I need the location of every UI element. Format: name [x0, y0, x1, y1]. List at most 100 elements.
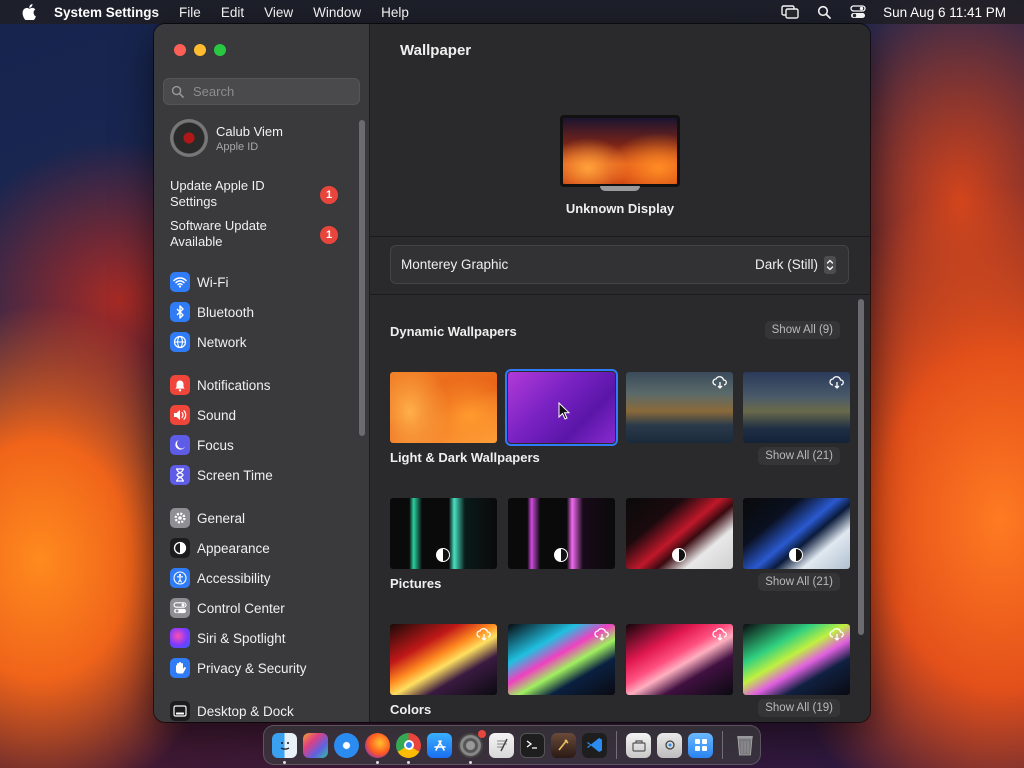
section-title-pictures: Pictures: [390, 576, 442, 591]
sidebar-item-screen-time[interactable]: Screen Time: [170, 464, 360, 486]
control-center-icon: [170, 598, 190, 618]
wallpaper-thumbnail[interactable]: [390, 372, 497, 443]
dock-image-capture-icon[interactable]: [657, 732, 682, 758]
update-apple-id-alert[interactable]: Update Apple ID Settings 1: [170, 178, 350, 210]
show-all-light-dark-button[interactable]: Show All (21): [758, 447, 840, 465]
wallpaper-thumbnail[interactable]: [626, 498, 733, 569]
software-update-alert[interactable]: Software Update Available 1: [170, 218, 350, 250]
menu-edit[interactable]: Edit: [221, 5, 244, 20]
cloud-download-icon: [712, 376, 727, 389]
sidebar-item-sound[interactable]: Sound: [170, 404, 360, 426]
sidebar-item-label: Sound: [197, 407, 237, 423]
menu-app-name[interactable]: System Settings: [54, 5, 159, 20]
wallpaper-name: Monterey Graphic: [401, 257, 509, 272]
wallpaper-thumbnail[interactable]: [743, 372, 850, 443]
sidebar-item-label: Focus: [197, 437, 234, 453]
sidebar-item-general[interactable]: General: [170, 507, 360, 529]
dock-firefox-icon[interactable]: [365, 732, 390, 764]
avatar: [170, 119, 208, 157]
menu-window[interactable]: Window: [313, 5, 361, 20]
sidebar-item-network[interactable]: Network: [170, 331, 360, 353]
sidebar-item-wifi[interactable]: Wi-Fi: [170, 271, 360, 293]
cloud-download-icon: [712, 628, 727, 641]
dock-folder-icon[interactable]: [688, 732, 713, 758]
bell-icon: [170, 375, 190, 395]
dock-terminal-icon[interactable]: [520, 732, 545, 758]
account-name: Calub Viem: [216, 123, 283, 139]
wallpaper-thumbnail[interactable]: [626, 624, 733, 695]
control-center-icon[interactable]: [849, 4, 867, 20]
search-field[interactable]: [163, 78, 360, 105]
dock-app-store-icon[interactable]: [427, 732, 452, 758]
menu-help[interactable]: Help: [381, 5, 409, 20]
appearance-icon: [170, 538, 190, 558]
wallpaper-thumbnail[interactable]: [508, 498, 615, 569]
hand-icon: [170, 658, 190, 678]
notification-badge: 1: [320, 226, 338, 244]
minimize-button[interactable]: [194, 44, 206, 56]
appearance-popup[interactable]: Dark (Still): [755, 257, 818, 272]
divider: [370, 236, 870, 237]
dock-chrome-icon[interactable]: [396, 732, 421, 764]
cloud-download-icon: [594, 628, 609, 641]
dock-instruments-icon[interactable]: [551, 732, 576, 758]
sidebar-item-desktop-dock[interactable]: Desktop & Dock: [170, 700, 360, 722]
sidebar-item-focus[interactable]: Focus: [170, 434, 360, 456]
wallpaper-thumbnail[interactable]: [626, 372, 733, 443]
cloud-download-icon: [829, 628, 844, 641]
screen-mirroring-icon[interactable]: [781, 4, 799, 20]
close-button[interactable]: [174, 44, 186, 56]
sidebar-item-appearance[interactable]: Appearance: [170, 537, 360, 559]
dock-vscode-icon[interactable]: [582, 732, 607, 758]
wallpaper-gallery: Dynamic Wallpapers Show All (9) Light & …: [370, 294, 870, 722]
dock-preview-icon[interactable]: [626, 732, 651, 758]
menu-view[interactable]: View: [264, 5, 293, 20]
sidebar-item-privacy-security[interactable]: Privacy & Security: [170, 657, 360, 679]
wallpaper-thumbnail[interactable]: [390, 498, 497, 569]
spotlight-search-icon[interactable]: [815, 4, 833, 20]
dock-safari-icon[interactable]: [334, 732, 359, 758]
apple-id-account[interactable]: Calub Viem Apple ID: [170, 119, 283, 157]
globe-icon: [170, 332, 190, 352]
sidebar-item-notifications[interactable]: Notifications: [170, 374, 360, 396]
alert-label: Update Apple ID Settings: [170, 178, 265, 209]
sidebar-item-bluetooth[interactable]: Bluetooth: [170, 301, 360, 323]
light-dark-icon: [789, 548, 803, 562]
account-subtitle: Apple ID: [216, 140, 259, 153]
show-all-colors-button[interactable]: Show All (19): [758, 699, 840, 717]
section-title-light-dark: Light & Dark Wallpapers: [390, 450, 540, 465]
search-input[interactable]: [193, 84, 353, 99]
popup-chevrons-icon[interactable]: [824, 255, 836, 274]
menu-bar-clock[interactable]: Sun Aug 6 11:41 PM: [883, 5, 1006, 20]
moon-icon: [170, 435, 190, 455]
dock-textedit-icon[interactable]: [489, 732, 514, 758]
sidebar-item-label: Network: [197, 334, 247, 350]
wallpaper-thumbnail[interactable]: [743, 498, 850, 569]
apple-menu-icon[interactable]: [18, 4, 40, 20]
zoom-button[interactable]: [214, 44, 226, 56]
running-indicator: [376, 760, 379, 764]
wallpaper-thumbnail[interactable]: [508, 624, 615, 695]
gallery-scrollbar[interactable]: [858, 299, 864, 635]
alert-label: Software Update Available: [170, 218, 267, 249]
show-all-pictures-button[interactable]: Show All (21): [758, 573, 840, 591]
gear-icon: [170, 508, 190, 528]
sidebar-item-siri-spotlight[interactable]: Siri & Spotlight: [170, 627, 360, 649]
dock-launchpad-icon[interactable]: [303, 732, 328, 758]
sidebar-item-control-center[interactable]: Control Center: [170, 597, 360, 619]
dock-finder-icon[interactable]: [272, 732, 297, 764]
dock-system-settings-icon[interactable]: [458, 729, 486, 764]
sidebar-item-label: Control Center: [197, 600, 285, 616]
dock-trash-icon[interactable]: [732, 733, 757, 758]
hourglass-icon: [170, 465, 190, 485]
light-dark-icon: [436, 548, 450, 562]
sidebar-item-label: Wi-Fi: [197, 274, 229, 290]
wallpaper-thumbnail[interactable]: [743, 624, 850, 695]
wallpaper-thumbnail-selected[interactable]: [505, 369, 618, 446]
running-indicator: [407, 760, 410, 764]
menu-file[interactable]: File: [179, 5, 201, 20]
show-all-dynamic-button[interactable]: Show All (9): [764, 321, 840, 339]
wallpaper-thumbnail[interactable]: [390, 624, 497, 695]
sidebar-item-label: Accessibility: [197, 570, 271, 586]
sidebar-item-accessibility[interactable]: Accessibility: [170, 567, 360, 589]
